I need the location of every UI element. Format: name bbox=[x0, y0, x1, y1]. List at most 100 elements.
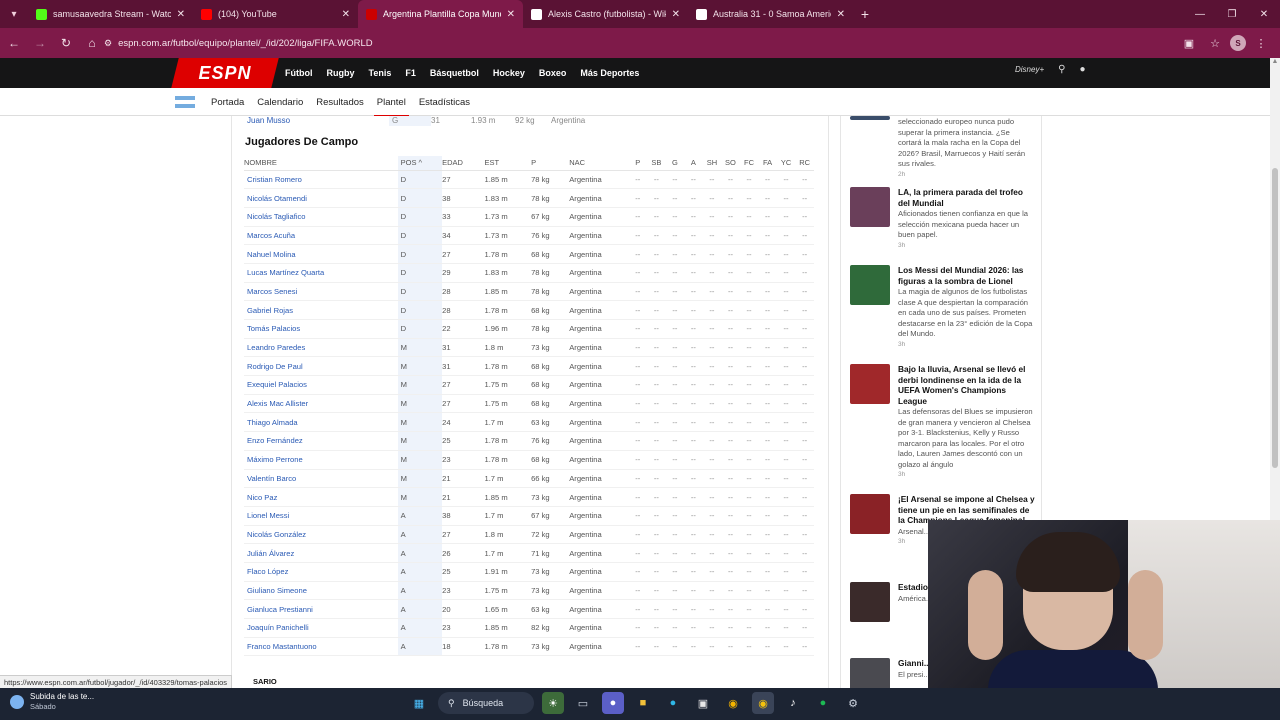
column-header[interactable]: RC bbox=[795, 156, 814, 171]
player-name[interactable]: Enzo Fernández bbox=[244, 431, 398, 451]
player-name[interactable]: Tomás Palacios bbox=[244, 319, 398, 339]
sport-nav-link[interactable]: Básquetbol bbox=[423, 68, 486, 78]
news-thumbnail[interactable] bbox=[850, 187, 890, 227]
browser-tab[interactable]: Australia 31 - 0 Samoa America ✕ bbox=[688, 0, 853, 28]
player-name[interactable]: Nico Paz bbox=[244, 487, 398, 507]
news-thumbnail[interactable] bbox=[850, 582, 890, 622]
player-name[interactable]: Rodrigo De Paul bbox=[244, 356, 398, 377]
player-name[interactable]: Joaquín Panichelli bbox=[244, 618, 398, 638]
player-name[interactable]: Exequiel Palacios bbox=[244, 375, 398, 395]
player-name[interactable]: Nicolás Otamendi bbox=[244, 188, 398, 208]
column-header[interactable]: EST bbox=[484, 156, 532, 171]
player-name[interactable]: Nahuel Molina bbox=[244, 244, 398, 264]
browser-tab[interactable]: samusaavedra Stream - Watch ✕ bbox=[28, 0, 193, 28]
tab-close-icon[interactable]: ✕ bbox=[672, 9, 680, 20]
search-icon[interactable]: ⚲ bbox=[1058, 64, 1065, 75]
column-header[interactable]: NAC bbox=[569, 156, 629, 171]
news-headline[interactable]: Bajo la lluvia, Arsenal se llevó el derb… bbox=[898, 364, 1035, 406]
news-headline[interactable]: LA, la primera parada del trofeo del Mun… bbox=[898, 187, 1035, 208]
player-name[interactable]: Alexis Mac Allister bbox=[244, 394, 398, 414]
column-header[interactable]: SO bbox=[721, 156, 740, 171]
start-menu-icon[interactable]: ▦ bbox=[408, 692, 430, 714]
column-header[interactable]: A bbox=[684, 156, 703, 171]
player-name[interactable]: Cristian Romero bbox=[244, 170, 398, 190]
player-name[interactable]: Lucas Martínez Quarta bbox=[244, 263, 398, 283]
file-explorer-icon[interactable]: ■ bbox=[632, 692, 654, 714]
tiktok-icon[interactable]: ♪ bbox=[782, 692, 804, 714]
chrome-icon[interactable]: ◉ bbox=[752, 692, 774, 714]
player-name[interactable]: Juan Musso bbox=[244, 116, 389, 126]
subnav-link[interactable]: Resultados bbox=[316, 97, 364, 108]
column-header[interactable]: FA bbox=[758, 156, 777, 171]
news-thumbnail[interactable] bbox=[850, 265, 890, 305]
subnav-link[interactable]: Estadísticas bbox=[419, 97, 470, 108]
address-bar[interactable]: ⚙ espn.com.ar/futbol/equipo/plantel/_/id… bbox=[104, 33, 1184, 53]
column-header[interactable]: EDAD bbox=[442, 156, 485, 171]
tab-search-menu-icon[interactable]: ▾ bbox=[0, 0, 28, 28]
tab-close-icon[interactable]: ✕ bbox=[342, 9, 350, 20]
user-account-icon[interactable]: ● bbox=[1079, 64, 1085, 75]
player-name[interactable]: Julián Álvarez bbox=[244, 543, 398, 563]
news-headline[interactable]: Los Messi del Mundial 2026: las figuras … bbox=[898, 265, 1035, 286]
widgets-icon[interactable]: ☀ bbox=[542, 692, 564, 714]
news-thumbnail[interactable] bbox=[850, 116, 890, 120]
restore-icon[interactable]: ❐ bbox=[1216, 0, 1248, 28]
column-header[interactable]: P bbox=[531, 156, 570, 171]
browser-tab[interactable]: Argentina Plantilla Copa Mundi ✕ bbox=[358, 0, 523, 28]
player-name[interactable]: Flaco López bbox=[244, 562, 398, 582]
store-icon[interactable]: ▣ bbox=[692, 692, 714, 714]
subnav-link[interactable]: Portada bbox=[211, 97, 244, 108]
weather-widget[interactable]: Subida de las te... Sábado bbox=[10, 692, 94, 712]
column-header[interactable]: SB bbox=[647, 156, 666, 171]
player-name[interactable]: Nicolás Tagliafico bbox=[244, 207, 398, 227]
scrollbar-thumb[interactable] bbox=[1272, 168, 1278, 468]
player-name[interactable]: Leandro Paredes bbox=[244, 338, 398, 358]
news-thumbnail[interactable] bbox=[850, 364, 890, 404]
player-name[interactable]: Gianluca Prestianni bbox=[244, 599, 398, 619]
subnav-link[interactable]: Calendario bbox=[257, 97, 303, 108]
tab-close-icon[interactable]: ✕ bbox=[837, 9, 845, 20]
sport-nav-link[interactable]: F1 bbox=[398, 68, 423, 78]
edge-icon[interactable]: ● bbox=[662, 692, 684, 714]
tab-close-icon[interactable]: ✕ bbox=[507, 9, 515, 20]
install-app-icon[interactable]: ▣ bbox=[1178, 32, 1200, 54]
task-view-icon[interactable]: ▭ bbox=[572, 692, 594, 714]
column-header[interactable]: FC bbox=[739, 156, 759, 171]
teams-chat-icon[interactable]: ● bbox=[602, 692, 624, 714]
browser-tab[interactable]: Alexis Castro (futbolista) - Wiki ✕ bbox=[523, 0, 688, 28]
back-icon[interactable]: ← bbox=[2, 31, 26, 55]
sport-nav-link[interactable]: Fútbol bbox=[278, 68, 320, 78]
reload-icon[interactable]: ↻ bbox=[54, 31, 78, 55]
scroll-up-icon[interactable]: ▲ bbox=[1270, 58, 1280, 68]
player-name[interactable]: Gabriel Rojas bbox=[244, 300, 398, 320]
news-item[interactable]: Los Messi del Mundial 2026: las figuras … bbox=[850, 265, 1035, 348]
minimize-icon[interactable]: — bbox=[1184, 0, 1216, 28]
espn-logo[interactable]: ESPN bbox=[171, 58, 279, 88]
column-header[interactable]: P bbox=[628, 156, 648, 171]
player-name[interactable]: Giuliano Simeone bbox=[244, 581, 398, 601]
sport-nav-link[interactable]: Boxeo bbox=[532, 68, 574, 78]
tab-close-icon[interactable]: ✕ bbox=[177, 9, 185, 20]
home-icon[interactable]: ⌂ bbox=[80, 31, 104, 55]
subnav-link[interactable]: Plantel bbox=[373, 97, 409, 117]
profile-avatar[interactable]: S bbox=[1230, 35, 1246, 51]
site-info-icon[interactable]: ⚙ bbox=[104, 38, 112, 49]
player-name[interactable]: Máximo Perrone bbox=[244, 450, 398, 470]
player-name[interactable]: Thiago Almada bbox=[244, 412, 398, 433]
forward-icon[interactable]: → bbox=[28, 31, 52, 55]
disney-plus-icon[interactable]: Disney+ bbox=[1015, 65, 1044, 74]
news-item[interactable]: seleccionado europeo nunca pudo superar … bbox=[850, 116, 1035, 178]
column-header[interactable]: YC bbox=[776, 156, 796, 171]
bookmark-star-icon[interactable]: ☆ bbox=[1204, 32, 1226, 54]
spotify-icon[interactable]: ● bbox=[812, 692, 834, 714]
browser-menu-icon[interactable]: ⋮ bbox=[1250, 32, 1272, 54]
sport-nav-link[interactable]: Rugby bbox=[320, 68, 362, 78]
sport-nav-link[interactable]: Tenis bbox=[362, 68, 399, 78]
player-name[interactable]: Lionel Messi bbox=[244, 506, 398, 526]
close-window-icon[interactable]: ✕ bbox=[1248, 0, 1280, 28]
player-name[interactable]: Franco Mastantuono bbox=[244, 637, 398, 657]
new-tab-button[interactable]: + bbox=[853, 6, 877, 22]
player-name[interactable]: Nicolás González bbox=[244, 525, 398, 545]
steam-icon[interactable]: ⚙ bbox=[842, 692, 864, 714]
browser-tab[interactable]: (104) YouTube ✕ bbox=[193, 0, 358, 28]
